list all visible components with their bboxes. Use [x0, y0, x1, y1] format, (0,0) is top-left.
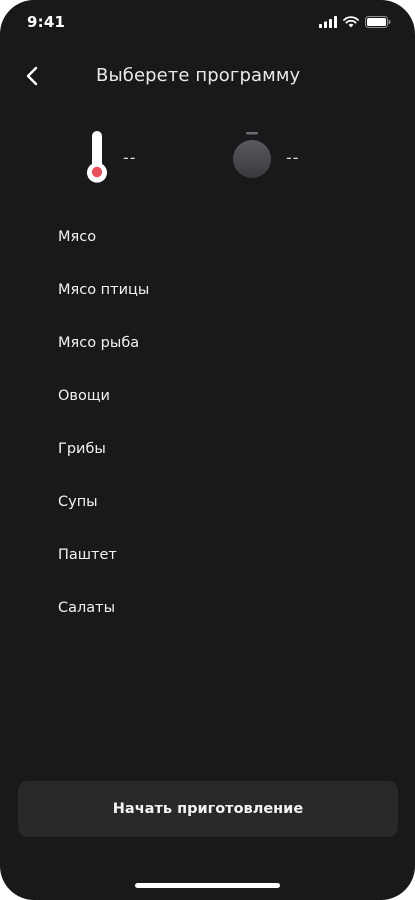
wifi-icon: [343, 16, 359, 28]
program-list: Мясо Мясо птицы Мясо рыба Овощи Грибы Су…: [0, 219, 415, 643]
program-item-salads[interactable]: Салаты: [0, 590, 415, 643]
page-title: Выберете программу: [96, 65, 301, 86]
program-item-soups[interactable]: Супы: [0, 484, 415, 537]
status-icons: [319, 16, 391, 28]
timer-knob-icon: [233, 132, 271, 178]
status-bar: 9:41: [0, 0, 415, 46]
program-item-meat[interactable]: Мясо: [0, 219, 415, 272]
app-screen: 9:41 Выберете программу -- -- Мясо Мясо …: [0, 0, 415, 900]
cellular-signal-icon: [319, 16, 337, 28]
start-cooking-button[interactable]: Начать приготовление: [18, 781, 398, 837]
program-item-fish[interactable]: Мясо рыба: [0, 325, 415, 378]
home-indicator: [135, 883, 280, 888]
battery-icon: [365, 16, 391, 28]
back-button[interactable]: [16, 60, 48, 92]
program-item-pate[interactable]: Паштет: [0, 537, 415, 590]
program-item-poultry[interactable]: Мясо птицы: [0, 272, 415, 325]
timer-indicator: --: [230, 128, 300, 186]
back-arrow-icon: [26, 66, 38, 86]
thermometer-icon: [87, 131, 107, 183]
header: Выберете программу: [0, 58, 415, 98]
program-item-mushrooms[interactable]: Грибы: [0, 431, 415, 484]
temperature-value: --: [123, 147, 137, 167]
timer-value: --: [286, 147, 300, 167]
temperature-indicator: --: [83, 128, 137, 186]
status-time: 9:41: [27, 13, 66, 31]
program-item-vegetables[interactable]: Овощи: [0, 378, 415, 431]
start-cooking-label: Начать приготовление: [112, 801, 304, 817]
